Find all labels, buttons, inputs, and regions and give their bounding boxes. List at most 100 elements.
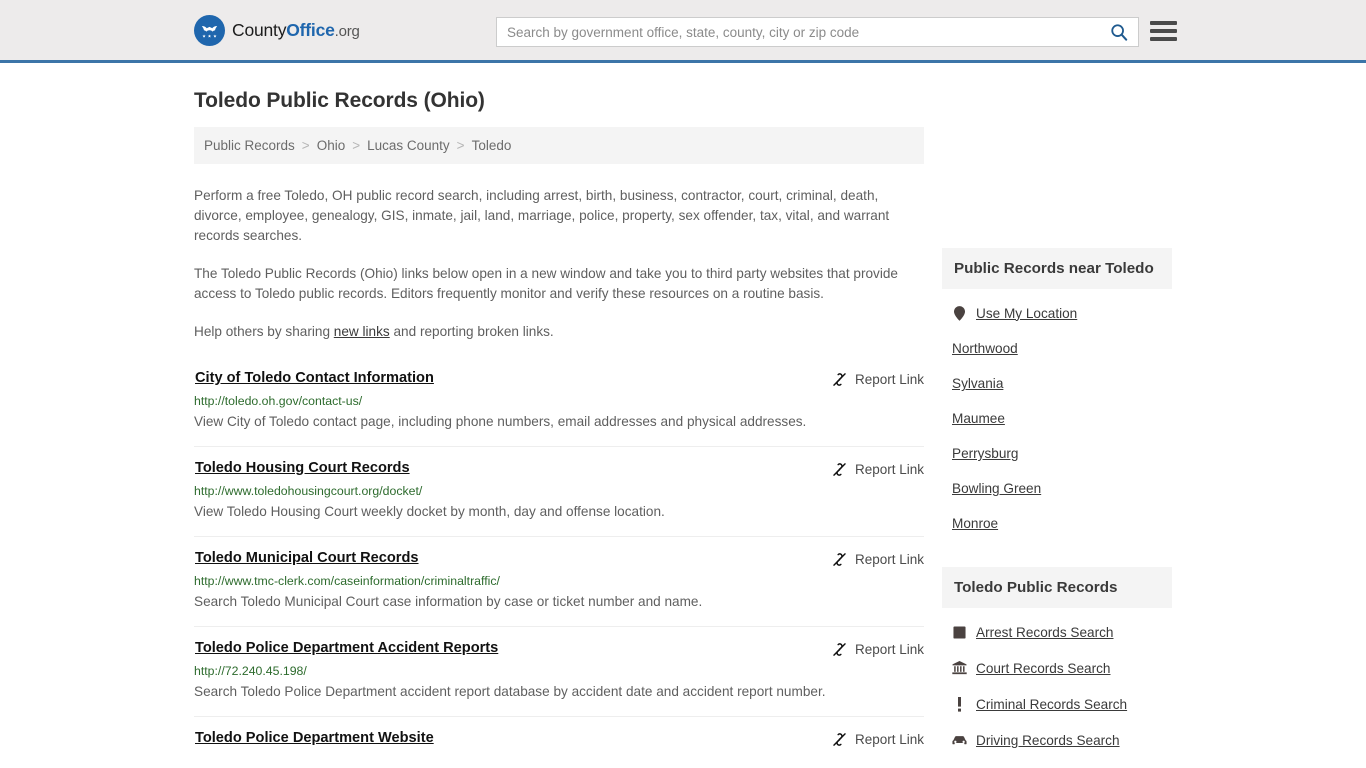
result-item: Toledo Municipal Court Records Report Li… bbox=[194, 536, 924, 626]
result-url: http://www.tmc-clerk.com/caseinformation… bbox=[194, 574, 500, 588]
sidebar-item-label: Sylvania bbox=[952, 376, 1004, 391]
sidebar-box-near-toledo: Public Records near Toledo Use My Locati… bbox=[942, 248, 1172, 541]
result-item: Toledo Police Department Accident Report… bbox=[194, 626, 924, 716]
sidebar-item-arrest-records-search[interactable]: Arrest Records Search bbox=[942, 614, 1172, 650]
report-link-label: Report Link bbox=[854, 462, 924, 477]
sidebar-item-label: Maumee bbox=[952, 411, 1005, 426]
breadcrumb-separator: > bbox=[456, 138, 465, 153]
intro-p3-before: Help others by sharing bbox=[194, 324, 334, 339]
brand-part-office: Office bbox=[286, 19, 335, 40]
new-links-link[interactable]: new links bbox=[334, 324, 390, 339]
result-title-link[interactable]: City of Toledo Contact Information bbox=[194, 370, 434, 386]
sidebar-item-criminal-records-search[interactable]: Criminal Records Search bbox=[942, 686, 1172, 722]
search-bar[interactable] bbox=[496, 17, 1139, 47]
sidebar-item-label: Court Records Search bbox=[976, 660, 1111, 676]
courthouse-icon bbox=[952, 660, 967, 676]
broken-link-icon bbox=[833, 463, 846, 476]
sidebar-list-record-types: Arrest Records Search Court Records Sear… bbox=[942, 608, 1172, 768]
breadcrumb: Public Records > Ohio > Lucas County > T… bbox=[194, 127, 924, 164]
results-list: City of Toledo Contact Information Repor… bbox=[194, 364, 924, 762]
search-icon bbox=[1111, 24, 1128, 41]
report-link-button[interactable]: Report Link bbox=[831, 551, 924, 568]
page-body: Toledo Public Records (Ohio) Public Reco… bbox=[0, 89, 1366, 768]
breadcrumb-item-ohio[interactable]: Ohio bbox=[317, 138, 346, 153]
hamburger-menu-icon bbox=[1150, 29, 1177, 33]
map-pin-icon bbox=[952, 305, 967, 321]
result-item: City of Toledo Contact Information Repor… bbox=[194, 364, 924, 446]
sidebar-item-use-my-location[interactable]: Use My Location bbox=[942, 295, 1172, 331]
report-link-button[interactable]: Report Link bbox=[831, 641, 924, 658]
sidebar-item-bowling-green[interactable]: Bowling Green bbox=[942, 471, 1172, 506]
sidebar-heading-near-toledo: Public Records near Toledo bbox=[942, 248, 1172, 289]
report-link-label: Report Link bbox=[854, 732, 924, 747]
exclamation-icon bbox=[952, 696, 967, 712]
sidebar-item-label: Driving Records Search bbox=[976, 732, 1120, 748]
intro-text: Perform a free Toledo, OH public record … bbox=[194, 186, 924, 342]
car-icon bbox=[952, 732, 967, 748]
broken-link-icon bbox=[833, 373, 846, 386]
sidebar-item-driving-records-search[interactable]: Driving Records Search bbox=[942, 722, 1172, 758]
intro-paragraph-2: The Toledo Public Records (Ohio) links b… bbox=[194, 266, 898, 301]
hamburger-menu-icon bbox=[1150, 21, 1177, 25]
breadcrumb-item-toledo: Toledo bbox=[471, 138, 512, 153]
sidebar-item-label: Northwood bbox=[952, 341, 1018, 356]
sidebar-item-employee-directory-search[interactable]: Employee Directory Search bbox=[942, 758, 1172, 768]
report-link-label: Report Link bbox=[854, 552, 924, 567]
result-item: Toledo Police Department Website Report … bbox=[194, 716, 924, 762]
result-url: http://toledo.oh.gov/contact-us/ bbox=[194, 394, 363, 408]
search-input[interactable] bbox=[497, 24, 1106, 40]
sidebar-item-label: Monroe bbox=[952, 516, 999, 531]
sidebar-item-sylvania[interactable]: Sylvania bbox=[942, 366, 1172, 401]
intro-paragraph-1: Perform a free Toledo, OH public record … bbox=[194, 188, 890, 243]
hamburger-menu-button[interactable] bbox=[1150, 19, 1177, 43]
report-link-label: Report Link bbox=[854, 642, 924, 657]
result-description: Search Toledo Municipal Court case infor… bbox=[194, 594, 703, 609]
broken-link-icon bbox=[833, 553, 846, 566]
result-title-link[interactable]: Toledo Police Department Website bbox=[194, 730, 434, 746]
result-url: http://72.240.45.198/ bbox=[194, 664, 307, 678]
report-link-button[interactable]: Report Link bbox=[831, 371, 924, 388]
broken-link-icon bbox=[833, 733, 846, 746]
sidebar-item-label: Use My Location bbox=[976, 305, 1078, 321]
report-link-button[interactable]: Report Link bbox=[831, 461, 924, 478]
sidebar-item-northwood[interactable]: Northwood bbox=[942, 331, 1172, 366]
result-title-link[interactable]: Toledo Housing Court Records bbox=[194, 460, 410, 476]
brand-part-county: County bbox=[232, 19, 287, 40]
breadcrumb-separator: > bbox=[352, 138, 361, 153]
main-content: Public Records > Ohio > Lucas County > T… bbox=[194, 127, 924, 762]
intro-p3-after: and reporting broken links. bbox=[389, 324, 554, 339]
report-link-button[interactable]: Report Link bbox=[831, 731, 924, 748]
result-description: View City of Toledo contact page, includ… bbox=[194, 414, 807, 429]
page-title: Toledo Public Records (Ohio) bbox=[194, 89, 485, 112]
sidebar-item-maumee[interactable]: Maumee bbox=[942, 401, 1172, 436]
result-description: Search Toledo Police Department accident… bbox=[194, 684, 826, 699]
intro-paragraph-3: Help others by sharing new links and rep… bbox=[194, 322, 924, 342]
broken-link-icon bbox=[833, 643, 846, 656]
sidebar-item-court-records-search[interactable]: Court Records Search bbox=[942, 650, 1172, 686]
site-header: CountyOffice.org bbox=[0, 0, 1366, 63]
sidebar-list-nearby-cities: Use My Location Northwood Sylvania Maume… bbox=[942, 289, 1172, 541]
result-item: Toledo Housing Court Records Report Link… bbox=[194, 446, 924, 536]
sidebar-item-monroe[interactable]: Monroe bbox=[942, 506, 1172, 541]
sidebar-item-label: Criminal Records Search bbox=[976, 696, 1128, 712]
result-description: View Toledo Housing Court weekly docket … bbox=[194, 504, 665, 519]
site-logo[interactable]: CountyOffice.org bbox=[194, 14, 360, 46]
breadcrumb-item-public-records[interactable]: Public Records bbox=[204, 138, 295, 153]
result-title-link[interactable]: Toledo Municipal Court Records bbox=[194, 550, 419, 566]
sidebar-item-label: Perrysburg bbox=[952, 446, 1019, 461]
hamburger-menu-icon bbox=[1150, 37, 1177, 41]
sidebar-box-toledo-public-records: Toledo Public Records Arrest Records Sea… bbox=[942, 567, 1172, 768]
breadcrumb-separator: > bbox=[301, 138, 310, 153]
result-title-link[interactable]: Toledo Police Department Accident Report… bbox=[194, 640, 498, 656]
report-link-label: Report Link bbox=[854, 372, 924, 387]
breadcrumb-item-lucas-county[interactable]: Lucas County bbox=[367, 138, 450, 153]
brand-part-org: .org bbox=[334, 22, 360, 40]
search-button[interactable] bbox=[1106, 23, 1138, 41]
eagle-shield-logo-icon bbox=[194, 14, 225, 46]
sidebar-item-perrysburg[interactable]: Perrysburg bbox=[942, 436, 1172, 471]
brand-text: CountyOffice.org bbox=[232, 20, 360, 41]
sidebar-heading-toledo-public-records: Toledo Public Records bbox=[942, 567, 1172, 608]
result-url: http://www.toledohousingcourt.org/docket… bbox=[194, 484, 423, 498]
fingerprint-icon bbox=[952, 624, 967, 640]
sidebar-item-label: Bowling Green bbox=[952, 481, 1042, 496]
